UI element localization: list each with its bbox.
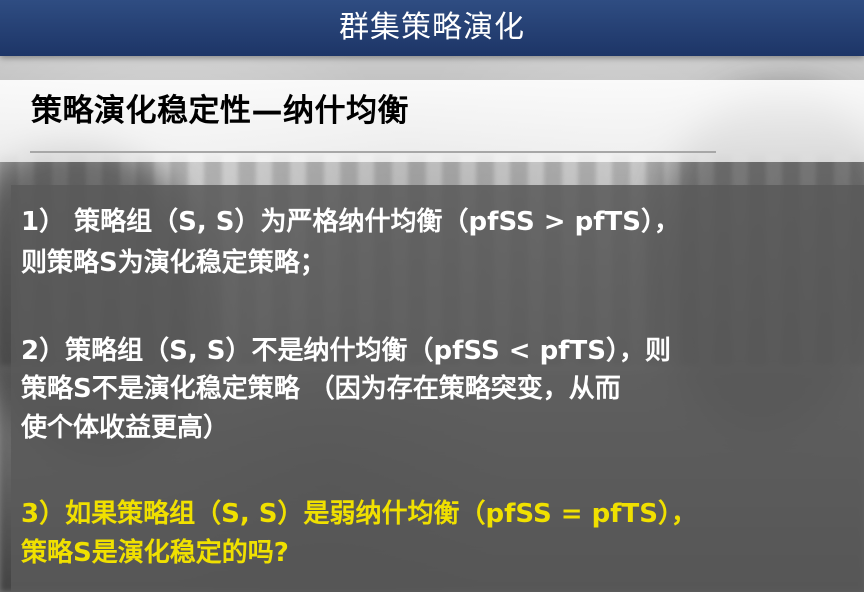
paragraph-3-line-1: 3）如果策略组（S, S）是弱纳什均衡（pfSS = pfTS）， <box>21 499 697 529</box>
paragraph-2-line-2: 策略S不是演化稳定策略 （因为存在策略突变，从而 <box>21 374 621 404</box>
paragraph-1-line-1: 1） 策略组（S, S）为严格纳什均衡（pfSS > pfTS）， <box>21 207 681 237</box>
paragraph-2-line-3: 使个体收益更高） <box>21 413 230 443</box>
paragraph-3-line-2: 策略S是演化稳定的吗? <box>21 538 289 568</box>
slide-subtitle: 策略演化稳定性—纳什均衡 <box>31 93 409 129</box>
subtitle-divider <box>30 151 716 153</box>
title-bar: 群集策略演化 <box>0 0 864 56</box>
slide-title: 群集策略演化 <box>339 10 525 45</box>
slide: 群集策略演化 策略演化稳定性—纳什均衡 1） 策略组（S, S）为严格纳什均衡（… <box>0 0 864 592</box>
paragraph-1-line-2: 则策略S为演化稳定策略； <box>21 248 326 278</box>
paragraph-2-line-1: 2）策略组（S, S）不是纳什均衡（pfSS < pfTS），则 <box>21 336 671 366</box>
